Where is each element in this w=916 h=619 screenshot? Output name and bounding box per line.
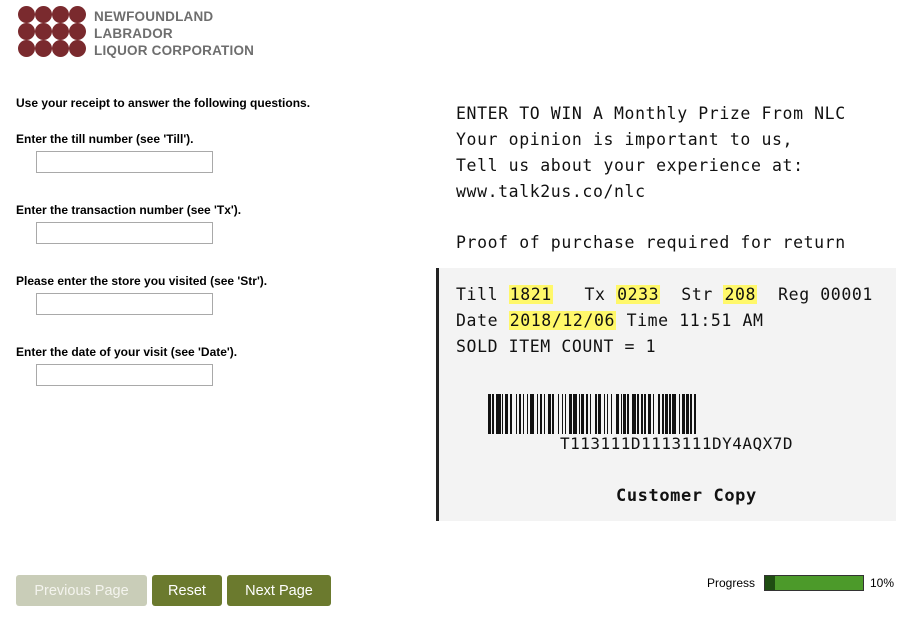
receipt-image: ENTER TO WIN A Monthly Prize From NLC Yo… — [436, 88, 896, 521]
question-till: Enter the till number (see 'Till'). — [16, 132, 416, 173]
receipt-line-count: SOLD ITEM COUNT = 1 — [456, 337, 657, 356]
barcode-icon — [488, 394, 874, 434]
question-date: Enter the date of your visit (see 'Date'… — [16, 345, 416, 386]
barcode-text: T113111D1113111DY4AQX7D — [560, 434, 794, 453]
receipt-date-label: Date — [456, 311, 499, 330]
question-transaction: Enter the transaction number (see 'Tx'). — [16, 203, 416, 244]
receipt-line-tell-us: Tell us about your experience at: — [456, 156, 804, 175]
transaction-input[interactable] — [36, 222, 213, 244]
progress-percent: 10% — [870, 576, 895, 590]
receipt-tx-value: 0233 — [616, 285, 661, 304]
transaction-label: Enter the transaction number (see 'Tx'). — [16, 203, 242, 217]
form-intro: Use your receipt to answer the following… — [16, 96, 311, 110]
receipt-reg: Reg 00001 — [778, 285, 873, 304]
logo-dots-icon — [18, 6, 88, 60]
question-store: Please enter the store you visited (see … — [16, 274, 416, 315]
receipt-line-url: www.talk2us.co/nlc — [456, 182, 646, 201]
progress-bar — [764, 575, 864, 591]
receipt-line-ids: Till 1821 Tx 0233 Str 208 Reg 00001 — [456, 285, 873, 304]
till-input[interactable] — [36, 151, 213, 173]
receipt-line-opinion: Your opinion is important to us, — [456, 130, 794, 149]
till-label: Enter the till number (see 'Till'). — [16, 132, 194, 146]
next-page-button[interactable]: Next Page — [227, 575, 331, 606]
receipt-str-label: Str — [681, 285, 713, 304]
receipt-till-label: Till — [456, 285, 499, 304]
receipt-tx-label: Tx — [584, 285, 606, 304]
store-input[interactable] — [36, 293, 213, 315]
date-label: Enter the date of your visit (see 'Date'… — [16, 345, 238, 359]
previous-page-button[interactable]: Previous Page — [16, 575, 147, 606]
store-label: Please enter the store you visited (see … — [16, 274, 268, 288]
receipt-str-value: 208 — [723, 285, 758, 304]
brand-line-1: NEWFOUNDLAND — [94, 9, 214, 24]
receipt-till-value: 1821 — [508, 285, 553, 304]
date-input[interactable] — [36, 364, 213, 386]
brand-name: NEWFOUNDLAND LABRADOR LIQUOR CORPORATION — [94, 8, 254, 59]
receipt-time: Time 11:51 AM — [626, 311, 764, 330]
receipt-line-contest: ENTER TO WIN A Monthly Prize From NLC — [456, 104, 846, 123]
receipt-line-proof: Proof of purchase required for return — [456, 233, 846, 252]
brand-logo: NEWFOUNDLAND LABRADOR LIQUOR CORPORATION — [18, 6, 278, 60]
customer-copy: Customer Copy — [616, 486, 757, 506]
brand-line-2: LABRADOR — [94, 26, 173, 41]
receipt-date-value: 2018/12/06 — [508, 311, 617, 330]
progress-label: Progress — [707, 576, 756, 590]
reset-button[interactable]: Reset — [152, 575, 222, 606]
brand-line-3: LIQUOR CORPORATION — [94, 43, 255, 58]
progress-bar-fill — [765, 576, 775, 590]
receipt-line-date: Date 2018/12/06 Time 11:51 AM — [456, 311, 764, 330]
